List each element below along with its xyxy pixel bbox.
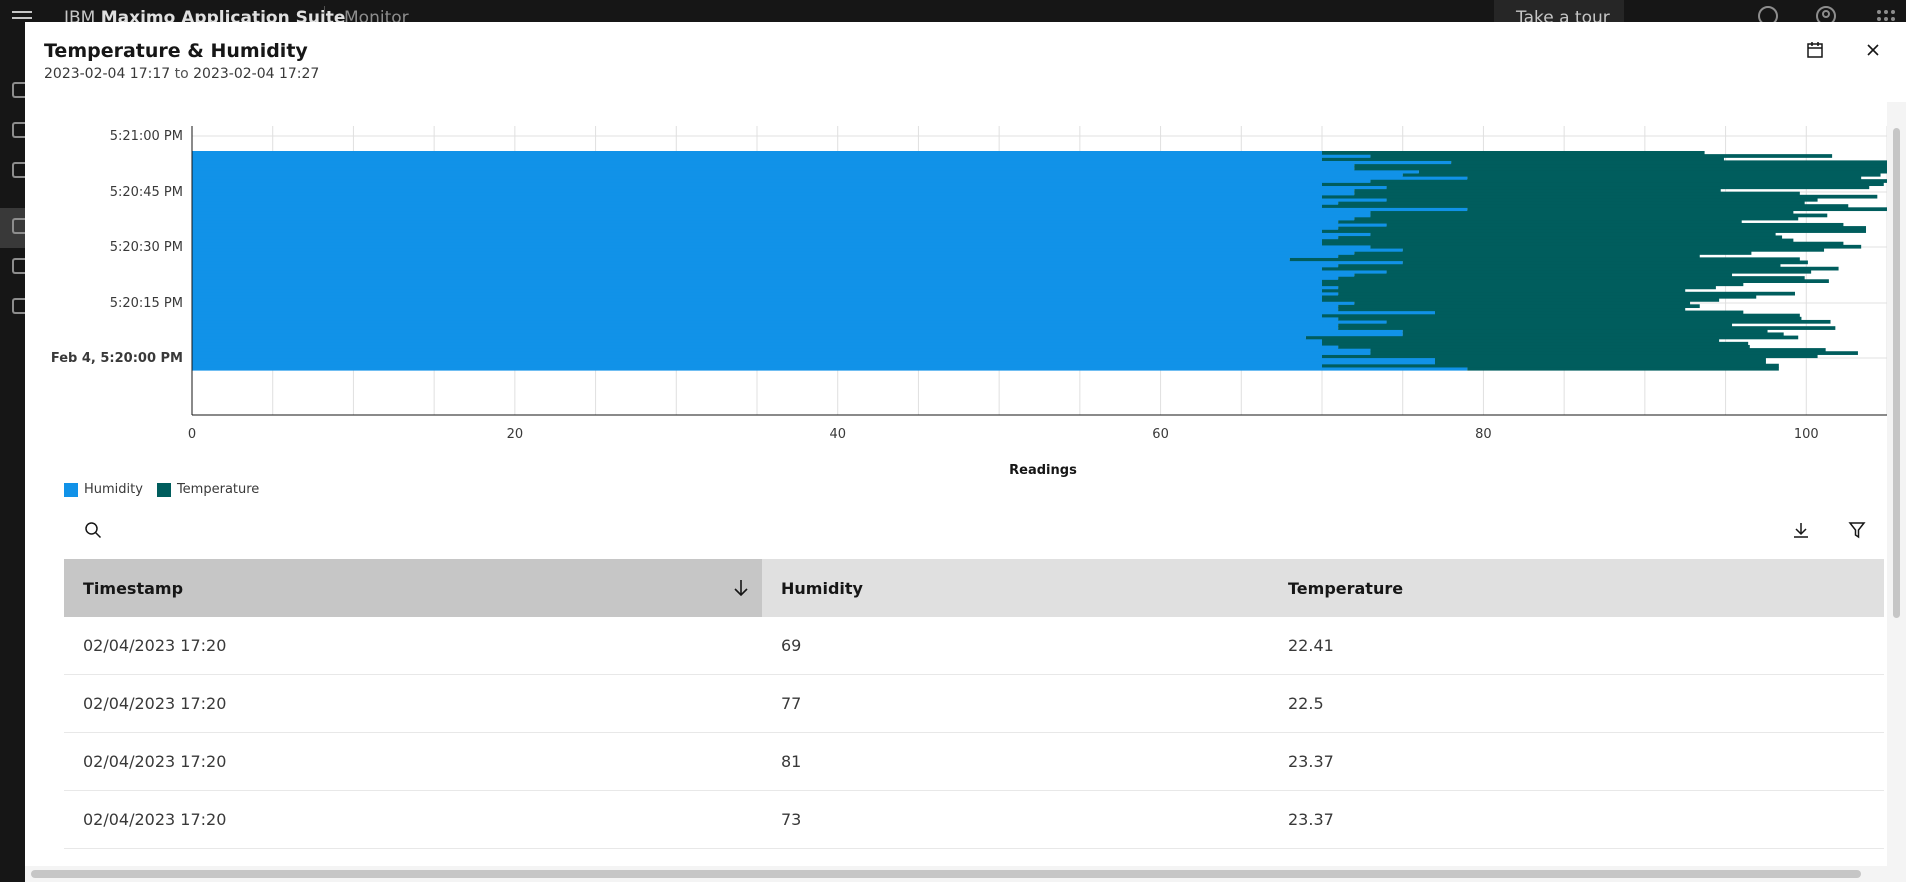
table-row[interactable]: 02/04/2023 17:20 69 22.41 xyxy=(64,617,1884,675)
header-divider xyxy=(324,6,325,22)
legend-swatch-humidity xyxy=(64,482,78,497)
calendar-icon xyxy=(1807,42,1823,58)
x-tick-label: 60 xyxy=(1152,427,1169,442)
y-tick-label: Feb 4, 5:20:00 PM xyxy=(51,351,183,366)
legend-label-humidity: Humidity xyxy=(84,482,143,497)
table-header: Timestamp Humidity Temperature xyxy=(64,559,1884,617)
column-header-timestamp[interactable]: Timestamp xyxy=(64,559,762,617)
chart-area: 0 20 40 60 80 100 Feb 4, 5:20:00 PM 5:20:15 PM 5… xyxy=(25,102,1906,502)
user-icon[interactable] xyxy=(1815,6,1837,22)
cell-humidity: 77 xyxy=(781,694,802,713)
cell-humidity: 81 xyxy=(781,752,802,771)
x-tick-label: 40 xyxy=(829,427,846,442)
bar-temperature xyxy=(1322,151,1705,155)
home-icon[interactable] xyxy=(12,82,25,98)
monitor-icon[interactable] xyxy=(12,218,25,234)
close-icon xyxy=(1867,44,1879,56)
stacked-bar-chart: 0 20 40 60 80 100 Feb 4, 5:20:00 PM 5:20:15 PM 5… xyxy=(51,126,1906,478)
take-a-tour-button[interactable]: Take a tour xyxy=(1494,0,1624,28)
cell-timestamp: 02/04/2023 17:20 xyxy=(83,636,227,655)
cell-temperature: 22.5 xyxy=(1288,694,1324,713)
download-button[interactable] xyxy=(1785,514,1817,546)
vertical-scroll-thumb[interactable] xyxy=(1893,128,1900,618)
legend-swatch-temperature xyxy=(156,482,171,497)
filter-icon xyxy=(1848,522,1866,539)
table-row[interactable]: 02/04/2023 17:20 81 23.37 xyxy=(64,733,1884,791)
table-row[interactable]: 02/04/2023 17:20 73 23.37 xyxy=(64,791,1884,849)
range-start: 2023-02-04 17:17 xyxy=(44,66,171,82)
search-nav-icon[interactable] xyxy=(12,162,25,178)
cell-temperature: 22.41 xyxy=(1288,636,1334,655)
arrow-down-icon xyxy=(734,580,748,597)
range-separator: to xyxy=(174,66,189,82)
date-range: 2023-02-04 17:17 to 2023-02-04 17:27 xyxy=(44,66,319,82)
column-header-humidity[interactable]: Humidity xyxy=(762,559,1269,617)
download-icon xyxy=(1794,523,1808,538)
app-header: IBM Maximo Application Suite Monitor Tak… xyxy=(0,0,1906,28)
table-search-button[interactable] xyxy=(77,514,109,546)
cell-temperature: 23.37 xyxy=(1288,752,1334,771)
legend-item-temperature[interactable]: Temperature xyxy=(156,482,260,497)
horizontal-scrollbar[interactable] xyxy=(25,866,1887,882)
readings-table: Timestamp Humidity Temperature 02/04/202… xyxy=(64,559,1884,849)
setup-icon[interactable] xyxy=(12,298,25,314)
chart-modal: Temperature & Humidity 2023-02-04 17:17 … xyxy=(25,22,1906,882)
search-icon xyxy=(85,522,102,539)
y-tick-label: 5:20:45 PM xyxy=(110,185,183,200)
x-tick-label: 0 xyxy=(188,427,196,442)
x-tick-label: 100 xyxy=(1794,427,1819,442)
app-switcher-icon[interactable] xyxy=(1875,6,1897,22)
column-label-timestamp: Timestamp xyxy=(83,578,184,598)
column-label-temperature: Temperature xyxy=(1288,578,1404,598)
column-label-humidity: Humidity xyxy=(781,578,863,598)
chart-legend: Humidity Temperature xyxy=(64,482,259,497)
close-button[interactable] xyxy=(1857,34,1889,66)
cell-humidity: 69 xyxy=(781,636,802,655)
cell-timestamp: 02/04/2023 17:20 xyxy=(83,810,227,829)
horizontal-scroll-thumb[interactable] xyxy=(31,870,1861,878)
legend-item-humidity[interactable]: Humidity xyxy=(64,482,143,497)
dashboard-icon[interactable] xyxy=(12,122,25,138)
legend-label-temperature: Temperature xyxy=(176,482,260,497)
filter-button[interactable] xyxy=(1841,514,1873,546)
side-nav xyxy=(0,22,25,882)
x-axis-title: Readings xyxy=(1009,463,1077,478)
modal-title: Temperature & Humidity xyxy=(44,40,308,62)
cell-timestamp: 02/04/2023 17:20 xyxy=(83,752,227,771)
table-row[interactable]: 02/04/2023 17:20 77 22.5 xyxy=(64,675,1884,733)
range-end: 2023-02-04 17:27 xyxy=(193,66,320,82)
y-tick-label: 5:20:15 PM xyxy=(110,296,183,311)
y-tick-label: 5:21:00 PM xyxy=(110,129,183,144)
column-header-temperature[interactable]: Temperature xyxy=(1269,559,1884,617)
x-tick-label: 80 xyxy=(1475,427,1492,442)
help-icon[interactable] xyxy=(1757,6,1779,22)
cell-humidity: 73 xyxy=(781,810,802,829)
vertical-scrollbar[interactable] xyxy=(1887,102,1906,882)
cell-timestamp: 02/04/2023 17:20 xyxy=(83,694,227,713)
devices-icon[interactable] xyxy=(12,258,25,274)
y-tick-label: 5:20:30 PM xyxy=(110,240,183,255)
cell-temperature: 23.37 xyxy=(1288,810,1334,829)
x-tick-label: 20 xyxy=(507,427,524,442)
calendar-button[interactable] xyxy=(1799,34,1831,66)
bar-humidity xyxy=(192,151,1322,155)
